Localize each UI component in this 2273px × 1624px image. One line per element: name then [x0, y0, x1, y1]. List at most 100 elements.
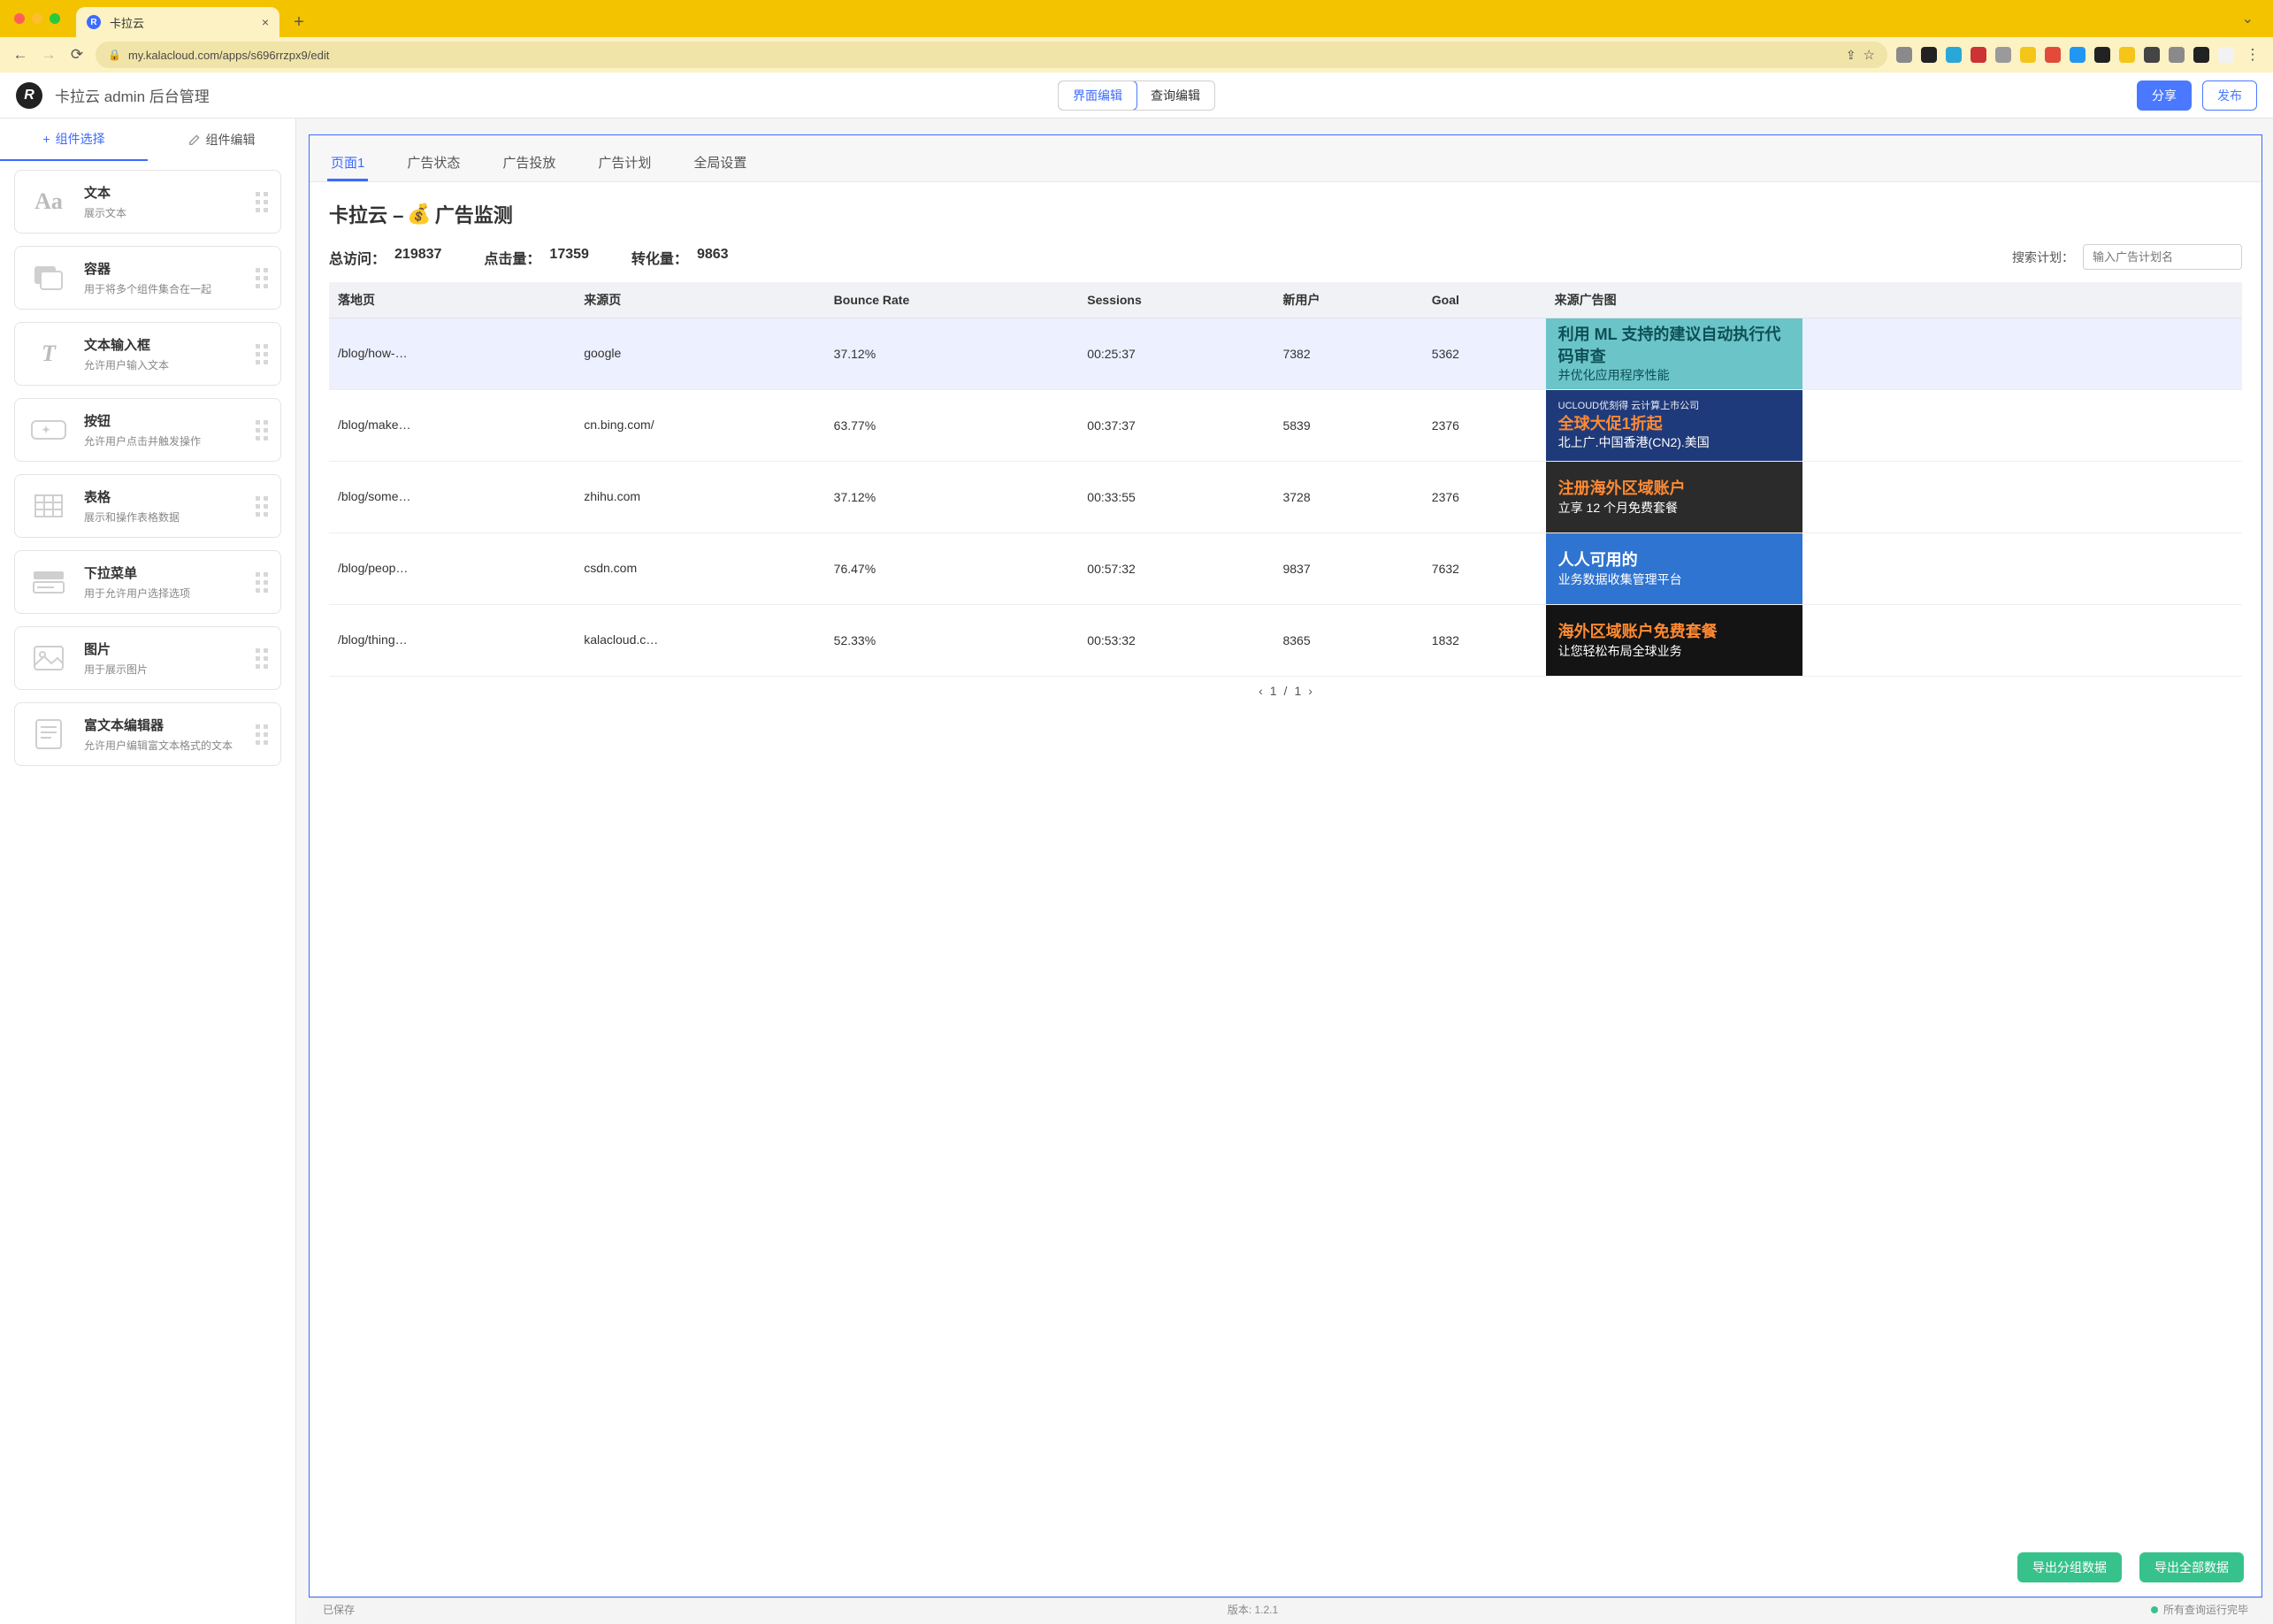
canvas-tab[interactable]: 页面1: [327, 146, 368, 181]
table-row[interactable]: /blog/make… cn.bing.com/ 63.77% 00:37:37…: [329, 390, 2242, 462]
minimize-window-icon[interactable]: [32, 13, 42, 24]
lock-icon: 🔒: [108, 49, 121, 61]
extension-icon[interactable]: [2119, 47, 2135, 63]
extension-icon[interactable]: [2094, 47, 2110, 63]
canvas-tab[interactable]: 全局设置: [690, 146, 750, 181]
pager-next-icon[interactable]: ›: [1308, 684, 1313, 698]
drag-handle-icon[interactable]: [256, 420, 268, 440]
cell-sessions: 00:33:55: [1078, 462, 1274, 533]
table-header[interactable]: Goal: [1423, 282, 1546, 318]
share-page-icon[interactable]: ⇪: [1846, 48, 1856, 63]
table-header[interactable]: Bounce Rate: [825, 282, 1079, 318]
canvas-tab[interactable]: 广告状态: [403, 146, 463, 181]
component-desc: 允许用户点击并触发操作: [84, 433, 241, 448]
close-window-icon[interactable]: [14, 13, 25, 24]
canvas-tab[interactable]: 广告投放: [499, 146, 559, 181]
drag-handle-icon[interactable]: [256, 572, 268, 593]
extension-icon[interactable]: [2020, 47, 2036, 63]
share-button[interactable]: 分享: [2137, 80, 2192, 111]
pager-prev-icon[interactable]: ‹: [1259, 684, 1263, 698]
forward-icon[interactable]: →: [39, 46, 58, 64]
ad-thumbnail: 利用 ML 支持的建议自动执行代码审查 并优化应用程序性能: [1546, 318, 1802, 389]
component-card[interactable]: ✦ 按钮 允许用户点击并触发操作: [14, 398, 281, 462]
mode-design[interactable]: 界面编辑: [1058, 80, 1137, 111]
extension-icon[interactable]: [2144, 47, 2160, 63]
extension-icon[interactable]: [2169, 47, 2185, 63]
plus-icon: +: [42, 132, 50, 146]
pager: ‹ 1 / 1 ›: [329, 677, 2242, 705]
component-card[interactable]: T 文本输入框 允许用户输入文本: [14, 322, 281, 386]
stat-conv-value: 9863: [697, 247, 729, 268]
extension-icon[interactable]: [1995, 47, 2011, 63]
canvas-tab[interactable]: 广告计划: [594, 146, 654, 181]
table-row[interactable]: /blog/how-… google 37.12% 00:25:37 7382 …: [329, 318, 2242, 390]
star-icon[interactable]: ☆: [1864, 47, 1875, 63]
drag-handle-icon[interactable]: [256, 724, 268, 745]
cell-goal: 7632: [1423, 533, 1546, 605]
table-header[interactable]: Sessions: [1078, 282, 1274, 318]
page-title-pre: 卡拉云 –: [329, 200, 403, 228]
extension-icon[interactable]: [1896, 47, 1912, 63]
app-title: 卡拉云 admin 后台管理: [55, 84, 210, 106]
component-desc: 允许用户输入文本: [84, 357, 241, 372]
component-name: 图片: [84, 640, 241, 658]
publish-button[interactable]: 发布: [2202, 80, 2257, 111]
extension-strip: [1896, 47, 2234, 63]
ad-thumbnail: 人人可用的 业务数据收集管理平台: [1546, 533, 1802, 604]
component-list: Aa 文本 展示文本 容器 用于将多个组件集合在一起 T 文本输入框 允许用户输…: [0, 161, 295, 1624]
table-header[interactable]: 落地页: [329, 282, 575, 318]
component-card[interactable]: 下拉菜单 用于允许用户选择选项: [14, 550, 281, 614]
drag-handle-icon[interactable]: [256, 496, 268, 517]
extension-icon[interactable]: [1946, 47, 1962, 63]
table-row[interactable]: /blog/peop… csdn.com 76.47% 00:57:32 983…: [329, 533, 2242, 605]
component-name: 文本输入框: [84, 335, 241, 354]
reload-icon[interactable]: ⟳: [67, 46, 87, 64]
table-row[interactable]: /blog/some… zhihu.com 37.12% 00:33:55 37…: [329, 462, 2242, 533]
ad-thumbnail: 海外区域账户免费套餐 让您轻松布局全球业务: [1546, 605, 1802, 676]
mode-query[interactable]: 查询编辑: [1136, 81, 1214, 110]
back-icon[interactable]: ←: [11, 46, 30, 64]
component-card[interactable]: 表格 展示和操作表格数据: [14, 474, 281, 538]
url-text: my.kalacloud.com/apps/s696rrzpx9/edit: [128, 49, 1839, 62]
extension-icon[interactable]: [2218, 47, 2234, 63]
new-tab-button[interactable]: +: [287, 10, 311, 34]
extension-icon[interactable]: [2070, 47, 2085, 63]
drag-handle-icon[interactable]: [256, 344, 268, 364]
chevron-down-icon[interactable]: ⌄: [2242, 0, 2273, 37]
cell-goal: 2376: [1423, 462, 1546, 533]
component-name: 按钮: [84, 411, 241, 430]
cell-bounce: 76.47%: [825, 533, 1079, 605]
drag-handle-icon[interactable]: [256, 268, 268, 288]
design-canvas: 页面1广告状态广告投放广告计划全局设置 卡拉云 – 💰 广告监测 总访问：219…: [309, 134, 2262, 1597]
table-row[interactable]: /blog/thing… kalacloud.c… 52.33% 00:53:3…: [329, 605, 2242, 677]
extension-icon[interactable]: [1971, 47, 1986, 63]
table-header[interactable]: 来源页: [575, 282, 824, 318]
extension-icon[interactable]: [2045, 47, 2061, 63]
component-card[interactable]: 容器 用于将多个组件集合在一起: [14, 246, 281, 310]
table-header[interactable]: 新用户: [1274, 282, 1422, 318]
component-icon: [27, 716, 70, 752]
browser-tab[interactable]: R 卡拉云 ×: [76, 7, 279, 37]
search-plan-input[interactable]: [2083, 244, 2242, 270]
component-icon: [27, 564, 70, 600]
url-box[interactable]: 🔒 my.kalacloud.com/apps/s696rrzpx9/edit …: [96, 42, 1887, 68]
table-header[interactable]: 来源广告图: [1546, 282, 2242, 318]
export-all-button[interactable]: 导出全部数据: [2139, 1552, 2244, 1582]
extension-icon[interactable]: [2193, 47, 2209, 63]
maximize-window-icon[interactable]: [50, 13, 60, 24]
drag-handle-icon[interactable]: [256, 648, 268, 669]
side-tab-edit[interactable]: 组件编辑: [148, 119, 295, 161]
cell-bounce: 63.77%: [825, 390, 1079, 462]
overflow-menu-icon[interactable]: ⋮: [2243, 46, 2262, 64]
close-tab-icon[interactable]: ×: [262, 15, 269, 29]
side-tab-select[interactable]: + 组件选择: [0, 119, 148, 161]
cell-source: csdn.com: [575, 533, 824, 605]
drag-handle-icon[interactable]: [256, 192, 268, 212]
component-card[interactable]: Aa 文本 展示文本: [14, 170, 281, 234]
pager-current: 1: [1270, 684, 1277, 698]
component-card[interactable]: 富文本编辑器 允许用户编辑富文本格式的文本: [14, 702, 281, 766]
component-card[interactable]: 图片 用于展示图片: [14, 626, 281, 690]
extension-icon[interactable]: [1921, 47, 1937, 63]
export-group-button[interactable]: 导出分组数据: [2017, 1552, 2122, 1582]
cell-ad: 利用 ML 支持的建议自动执行代码审查 并优化应用程序性能: [1546, 318, 2242, 390]
